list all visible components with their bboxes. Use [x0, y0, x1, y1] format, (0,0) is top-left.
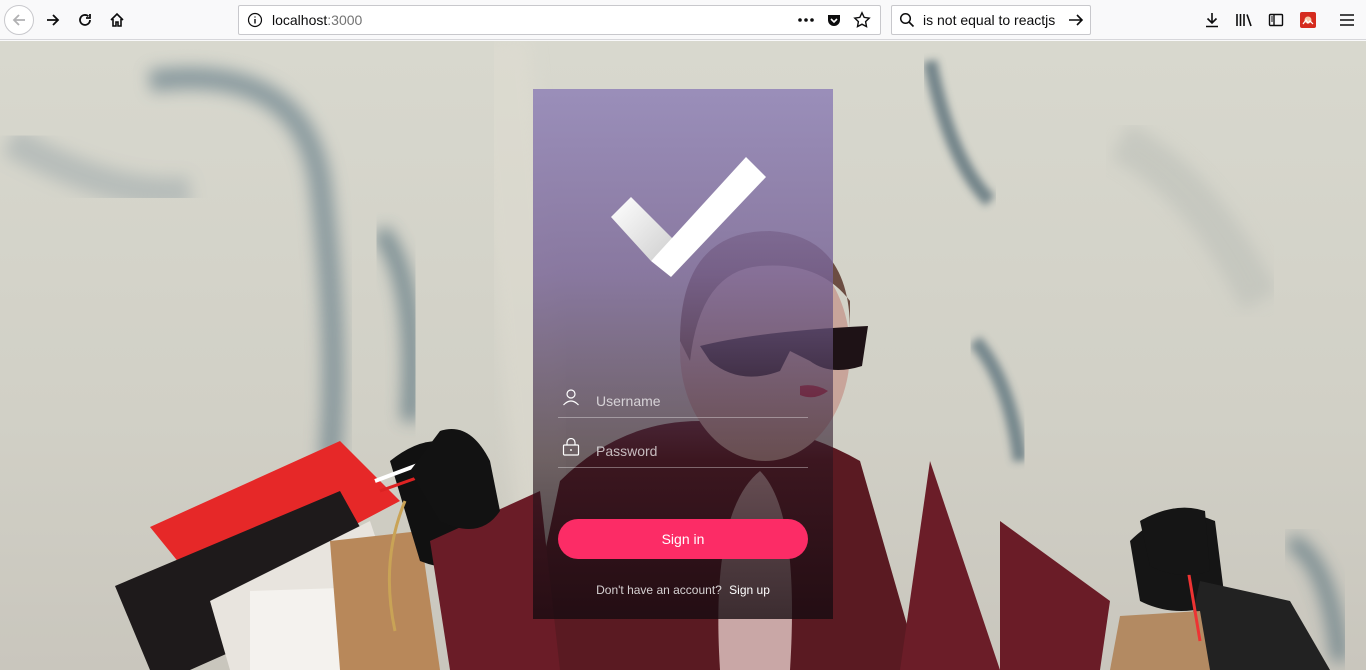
star-icon — [853, 11, 871, 28]
more-dots-icon — [798, 18, 814, 22]
page-actions-button[interactable] — [794, 9, 818, 31]
forward-button[interactable] — [38, 5, 68, 35]
page-background: Sign in Don't have an account? Sign up — [0, 41, 1366, 670]
pocket-icon — [828, 15, 840, 26]
search-go-button[interactable] — [1067, 11, 1085, 33]
reload-button[interactable] — [70, 5, 100, 35]
sidebar-icon — [1268, 13, 1284, 27]
username-input[interactable] — [596, 388, 801, 414]
url-text[interactable]: localhost:3000 — [272, 6, 362, 34]
download-icon — [1206, 13, 1218, 28]
sidebar-button[interactable] — [1261, 5, 1291, 35]
checkmark-logo-icon — [611, 157, 766, 277]
search-icon — [899, 12, 915, 32]
login-card: Sign in Don't have an account? Sign up — [533, 89, 833, 619]
library-icon — [1236, 14, 1252, 27]
home-button[interactable] — [102, 5, 132, 35]
sign-in-button[interactable]: Sign in — [558, 519, 808, 559]
arrow-right-icon — [1069, 14, 1084, 26]
search-input[interactable]: is not equal to reactjs — [923, 6, 1055, 34]
pocket-button[interactable] — [822, 9, 846, 31]
signup-question: Don't have an account? — [596, 583, 722, 597]
hamburger-menu-icon — [1340, 14, 1354, 26]
url-bar[interactable]: localhost:3000 — [238, 5, 881, 35]
user-icon — [562, 388, 580, 410]
lock-icon — [562, 437, 580, 460]
password-input[interactable] — [596, 438, 801, 464]
info-icon[interactable] — [247, 12, 263, 32]
search-bar[interactable]: is not equal to reactjs — [891, 5, 1091, 35]
extension-icon — [1300, 12, 1316, 28]
password-field — [558, 436, 808, 468]
username-field — [558, 386, 808, 418]
signup-prompt: Don't have an account? Sign up — [533, 583, 833, 597]
extension-button[interactable] — [1293, 5, 1323, 35]
arrow-left-icon — [12, 14, 25, 26]
arrow-right-icon — [47, 14, 60, 26]
reload-icon — [79, 14, 91, 26]
library-button[interactable] — [1229, 5, 1259, 35]
bookmark-button[interactable] — [850, 9, 874, 31]
menu-button[interactable] — [1332, 5, 1362, 35]
back-button[interactable] — [4, 5, 34, 35]
home-icon — [110, 12, 124, 27]
downloads-button[interactable] — [1197, 5, 1227, 35]
sign-up-link[interactable]: Sign up — [729, 583, 770, 597]
browser-toolbar: localhost:3000 is not equal to reactjs — [0, 0, 1366, 40]
